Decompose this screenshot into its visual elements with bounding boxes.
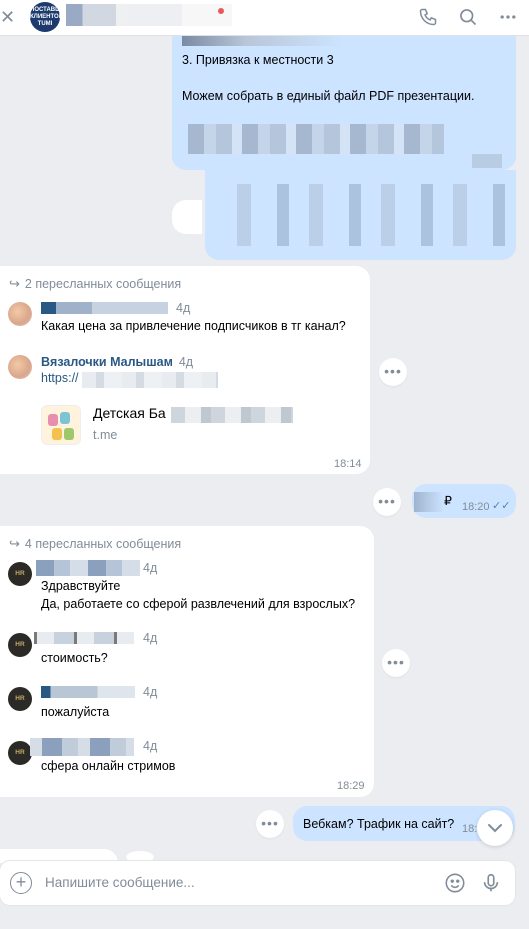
link-text: https:// xyxy=(41,371,79,385)
sender-name[interactable]: Вязалочки Малышам xyxy=(41,355,173,369)
message-time: 18:14 xyxy=(334,458,362,470)
message-age: 4д xyxy=(143,631,158,645)
sender-avatar[interactable]: HR xyxy=(8,633,32,657)
message-actions-button[interactable]: ••• xyxy=(256,810,284,838)
redacted-url xyxy=(82,372,218,388)
forwarded-message[interactable]: ↪ 4 пересланных сообщения HR 4д Здравств… xyxy=(0,526,374,797)
forwarded-label: ↪ 2 пересланных сообщения xyxy=(9,276,181,292)
message-composer: + Напишите сообщение... xyxy=(0,861,515,905)
link-preview-card[interactable]: Детская Ба t.me xyxy=(41,403,341,447)
message-link[interactable]: https:// xyxy=(41,371,79,385)
sender-avatar[interactable]: HR xyxy=(8,741,32,765)
message-text: ₽ xyxy=(444,494,452,508)
chevron-down-icon xyxy=(488,824,502,833)
attach-plus-icon[interactable]: + xyxy=(10,872,32,894)
forwarded-message[interactable]: ↪ 2 пересланных сообщения 4д Какая цена … xyxy=(0,266,370,474)
message-text: сфера онлайн стримов xyxy=(41,759,176,773)
redacted-sender-name xyxy=(34,632,134,644)
message-text: пожалуйста xyxy=(41,705,110,719)
card-art-shape xyxy=(48,414,58,426)
chat-title-redacted[interactable] xyxy=(66,4,232,26)
close-icon[interactable]: ✕ xyxy=(0,8,15,26)
message-text: Да, работаете со сферой развлечений для … xyxy=(41,597,356,611)
forwarded-label: ↪ 4 пересланных сообщения xyxy=(9,536,181,552)
sender-avatar[interactable]: HR xyxy=(8,562,32,586)
redacted-sender-name xyxy=(41,686,135,698)
status-dot xyxy=(218,8,224,14)
forwarded-count: 4 пересланных сообщения xyxy=(24,537,182,551)
message-age: 4д xyxy=(143,561,158,575)
read-checkmarks-icon: ✓✓ xyxy=(492,500,511,512)
sender-avatar[interactable] xyxy=(8,355,32,379)
message-line: Можем собрать в единый файл PDF презента… xyxy=(182,89,475,103)
redacted-link-title xyxy=(171,407,293,423)
redacted-text xyxy=(414,492,444,512)
outgoing-message[interactable]: ₽ 18:20 ✓✓ xyxy=(412,484,516,518)
message-age: 4д xyxy=(178,355,194,369)
search-icon[interactable] xyxy=(457,6,479,28)
avatar-logo-text: ПОСТАВЩИК КЛИЕНТОВ TUMI xyxy=(30,7,60,27)
header-actions xyxy=(417,6,519,28)
message-text: Какая цена за привлечение подписчиков в … xyxy=(41,319,346,333)
sender-avatar[interactable]: HR xyxy=(8,687,32,711)
redacted-sender-name xyxy=(41,302,168,314)
link-title: Детская Ба xyxy=(93,405,166,421)
redacted-text xyxy=(188,124,444,154)
sender-line: Вязалочки Малышам 4д xyxy=(41,354,193,369)
redacted-sender-name xyxy=(30,738,134,756)
redacted-text xyxy=(472,154,502,168)
redacted-bubble-fragment xyxy=(172,200,202,234)
message-time: 18: xyxy=(462,823,478,835)
message-age: 4д xyxy=(143,685,158,699)
emoji-icon[interactable] xyxy=(444,872,466,894)
scroll-to-bottom-button[interactable] xyxy=(477,810,513,846)
sender-avatar[interactable] xyxy=(8,302,32,326)
chat-header: ✕ ПОСТАВЩИК КЛИЕНТОВ TUMI xyxy=(0,0,529,36)
message-time: 18:29 xyxy=(337,780,365,792)
outgoing-message[interactable]: 3. Привязка к местности 3 Можем собрать … xyxy=(172,26,516,170)
more-icon[interactable] xyxy=(497,6,519,28)
message-actions-button[interactable]: ••• xyxy=(373,488,401,516)
chat-avatar[interactable]: ПОСТАВЩИК КЛИЕНТОВ TUMI xyxy=(30,2,60,32)
message-actions-button[interactable]: ••• xyxy=(382,649,410,677)
link-preview-image xyxy=(41,405,81,445)
card-art-shape xyxy=(64,428,74,440)
message-text: Здравствуйте xyxy=(41,579,121,593)
message-time: 18:20 xyxy=(462,501,490,513)
card-art-shape xyxy=(60,412,70,424)
redacted-content xyxy=(217,184,505,246)
message-text: Вебкам? Трафик на сайт? xyxy=(303,817,455,831)
message-text: стоимость? xyxy=(41,651,108,665)
forward-icon: ↪ xyxy=(9,276,20,291)
message-age: 4д xyxy=(176,301,191,315)
message-actions-button[interactable]: ••• xyxy=(379,358,407,386)
outgoing-media-redacted[interactable] xyxy=(205,170,516,260)
message-line: 3. Привязка к местности 3 xyxy=(182,53,334,67)
card-art-shape xyxy=(52,428,62,440)
forward-icon: ↪ xyxy=(9,536,20,551)
phone-icon[interactable] xyxy=(417,6,439,28)
link-domain: t.me xyxy=(93,428,118,442)
redacted-sender-name xyxy=(36,560,140,576)
forwarded-count: 2 пересланных сообщения xyxy=(24,277,182,291)
microphone-icon[interactable] xyxy=(480,872,502,894)
message-age: 4д xyxy=(143,739,158,753)
message-input[interactable]: Напишите сообщение... xyxy=(45,875,195,890)
